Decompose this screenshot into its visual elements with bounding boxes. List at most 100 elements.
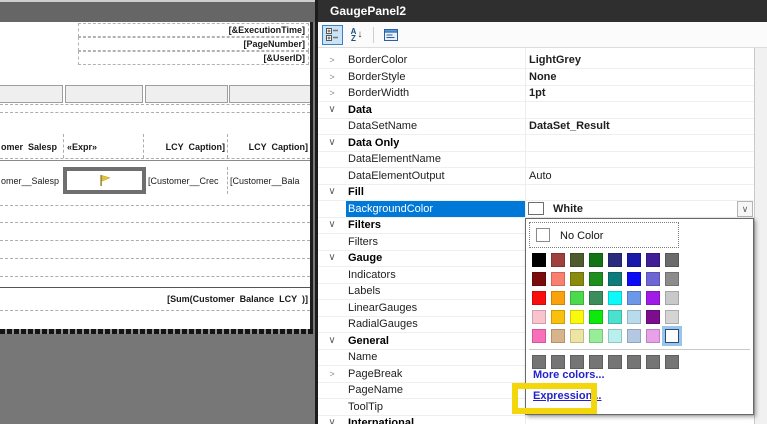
property-row-backgroundcolor[interactable]: BackgroundColorWhite∨ [318,201,754,218]
property-name[interactable]: Fill [346,184,364,200]
property-name[interactable]: General [346,333,389,349]
palette-swatch[interactable] [570,272,584,286]
property-row-dataelementname[interactable]: DataElementName [318,151,754,168]
palette-swatch[interactable] [608,253,622,267]
palette-swatch[interactable] [532,291,546,305]
property-value[interactable]: None [525,69,754,85]
textbox-page-number[interactable]: [PageNumber] [78,37,309,51]
caption-cell-balance[interactable]: LCY Caption] [229,141,308,153]
collapse-chevron-icon[interactable]: ∨ [318,250,346,266]
property-name[interactable]: Data [346,102,372,118]
palette-swatch[interactable] [646,272,660,286]
palette-swatch[interactable] [551,329,565,343]
scrollbar-track[interactable] [754,48,767,424]
categorized-view-button[interactable] [322,25,343,45]
property-name[interactable]: PageName [346,382,525,398]
caption-cell-expr[interactable]: «Expr» [67,141,141,153]
property-row-borderstyle[interactable]: >BorderStyleNone [318,69,754,86]
property-name[interactable]: LinearGauges [346,300,525,316]
property-name[interactable]: BorderStyle [346,69,525,85]
custom-color-swatch[interactable] [608,355,622,369]
palette-swatch[interactable] [532,272,546,286]
selected-gauge-cell[interactable] [63,167,146,194]
table-header-cell[interactable] [145,85,228,103]
palette-swatch[interactable] [646,310,660,324]
property-value[interactable]: White [525,201,754,217]
more-colors-link[interactable]: More colors... [533,369,605,381]
property-name[interactable]: Filters [346,217,381,233]
collapse-chevron-icon[interactable]: ∨ [318,102,346,118]
collapse-chevron-icon[interactable]: ∨ [318,184,346,200]
palette-swatch[interactable] [589,291,603,305]
category-row-fill[interactable]: ∨Fill [318,184,754,201]
property-name[interactable]: BorderColor [346,52,525,68]
property-name[interactable]: BackgroundColor [346,201,525,217]
category-row-data[interactable]: ∨Data [318,102,754,119]
palette-swatch[interactable] [570,253,584,267]
textbox-execution-time[interactable]: [&ExecutionTime] [78,23,309,37]
property-value[interactable]: Auto [525,168,754,184]
palette-swatch[interactable] [589,310,603,324]
custom-color-swatch[interactable] [665,355,679,369]
palette-swatch[interactable] [570,291,584,305]
report-page[interactable]: [&ExecutionTime] [PageNumber] [&UserID] … [0,22,310,329]
alphabetical-sort-button[interactable]: AZ↓ [346,25,367,45]
property-value[interactable]: DataSet_Result [525,118,754,134]
palette-swatch[interactable] [589,272,603,286]
palette-swatch[interactable] [608,329,622,343]
palette-swatch[interactable] [532,310,546,324]
property-name[interactable]: Name [346,349,525,365]
property-name[interactable]: DataElementOutput [346,168,525,184]
data-cell-credit-limit[interactable]: [Customer__Crec [148,175,226,187]
palette-swatch[interactable] [570,329,584,343]
palette-swatch[interactable] [551,272,565,286]
property-name[interactable]: Data Only [346,135,399,151]
palette-swatch[interactable] [608,272,622,286]
caption-cell-credit-limit[interactable]: LCY Caption] [145,141,225,153]
property-value[interactable]: LightGrey [525,52,754,68]
palette-swatch[interactable] [646,291,660,305]
data-cell-balance[interactable]: [Customer__Bala [230,175,310,187]
property-row-dataelementoutput[interactable]: DataElementOutputAuto [318,168,754,185]
palette-swatch[interactable] [665,272,679,286]
table-header-cell[interactable] [229,85,310,103]
table-header-cell[interactable] [0,85,63,103]
palette-swatch[interactable] [646,253,660,267]
total-cell-sum-balance[interactable]: [Sum(Customer Balance LCY )] [120,293,308,305]
caption-cell-customer-salesperson[interactable]: omer Salesp [1,141,62,153]
palette-swatch[interactable] [665,291,679,305]
property-name[interactable]: Labels [346,283,525,299]
category-row-international[interactable]: ∨International [318,415,754,424]
category-row-data-only[interactable]: ∨Data Only [318,135,754,152]
collapse-chevron-icon[interactable]: ∨ [318,415,346,424]
custom-color-swatch[interactable] [532,355,546,369]
table-header-cell[interactable] [65,85,143,103]
collapse-chevron-icon[interactable]: ∨ [318,333,346,349]
collapse-chevron-icon[interactable]: ∨ [318,217,346,233]
custom-color-swatch[interactable] [589,355,603,369]
property-name[interactable]: ToolTip [346,399,525,415]
custom-color-swatch[interactable] [551,355,565,369]
palette-swatch[interactable] [589,253,603,267]
no-color-option[interactable]: No Color [529,222,679,248]
expand-chevron-icon[interactable]: > [318,366,346,382]
custom-color-swatch[interactable] [627,355,641,369]
palette-swatch[interactable] [665,253,679,267]
palette-swatch[interactable] [608,310,622,324]
palette-swatch[interactable] [665,329,679,343]
data-cell-customer-salesperson[interactable]: omer__Salesp [1,175,62,187]
property-name[interactable]: International [346,415,414,424]
expand-chevron-icon[interactable]: > [318,52,346,68]
property-name[interactable]: Gauge [346,250,382,266]
palette-swatch[interactable] [627,310,641,324]
palette-swatch[interactable] [627,253,641,267]
palette-swatch[interactable] [646,329,660,343]
property-value[interactable] [525,151,754,167]
property-name[interactable]: DataSetName [346,118,525,134]
palette-swatch[interactable] [608,291,622,305]
palette-swatch[interactable] [551,310,565,324]
expand-chevron-icon[interactable]: > [318,85,346,101]
collapse-chevron-icon[interactable]: ∨ [318,135,346,151]
property-name[interactable]: DataElementName [346,151,525,167]
palette-swatch[interactable] [551,253,565,267]
